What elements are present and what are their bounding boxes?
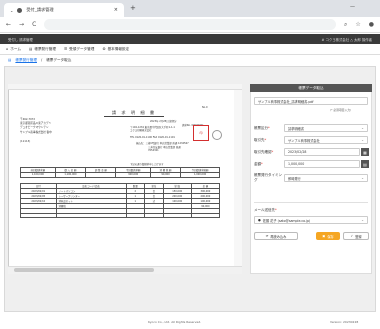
footer-copyright: Kyoco Co., Ltd. All Rights Reserved. bbox=[148, 320, 202, 324]
panel-divider bbox=[254, 202, 368, 203]
register-button[interactable]: ✓ 登録 bbox=[343, 232, 369, 240]
document-type-select[interactable]: 請求明細書 ⌄ bbox=[284, 124, 368, 132]
summary-cell: 90,000 bbox=[149, 172, 182, 178]
menu-item-issue[interactable]: ▤ 帳票発行管理 bbox=[29, 47, 56, 52]
amount-action-icon[interactable]: ▤ bbox=[361, 160, 369, 168]
forward-button[interactable]: → bbox=[19, 21, 24, 28]
breadcrumb: ▤ 帳票発行管理 / 帳票データ取込 bbox=[0, 55, 380, 65]
document-note: 下記の通り御請求申し上げます bbox=[130, 163, 164, 166]
date-field[interactable]: 2023/02/28 bbox=[284, 148, 360, 156]
panel-title: 帳票データ取込 bbox=[250, 84, 372, 92]
breadcrumb-current: 帳票データ取込 bbox=[46, 57, 72, 62]
field-label: 取引先確認* bbox=[254, 150, 274, 154]
issuer-phone: TEL 0120-01-1100 FAX 0120-01-1101 bbox=[130, 135, 175, 139]
refresh-icon: ⟳ bbox=[265, 234, 269, 238]
reload-data-button[interactable]: ⟳ 再読み込み bbox=[254, 232, 298, 240]
star-icon[interactable]: ☆ bbox=[355, 21, 360, 28]
field-label: 金額* bbox=[254, 162, 263, 166]
chevron-down-icon: ⌄ bbox=[361, 176, 364, 180]
field-label: 帳票発行タイミング bbox=[254, 173, 282, 182]
app-header: 受付し 請求管理 # コクヨ株式会社 △ 太郎 操作者 bbox=[0, 34, 380, 44]
summary-cell: 900,000 bbox=[115, 172, 151, 178]
menu-item-received[interactable]: ☰ 受領データ管理 bbox=[64, 47, 94, 52]
summary-cell: 1,100,000 bbox=[54, 172, 87, 178]
zoom-icon[interactable]: ⌕ bbox=[344, 21, 347, 29]
calendar-icon[interactable]: ▦ bbox=[361, 148, 369, 156]
recipient-code: (11113) bbox=[20, 140, 31, 143]
user-info[interactable]: # コクヨ株式会社 △ 太郎 操作者 bbox=[322, 37, 372, 42]
address-bar: ← → C ⌕ ☆ ● bbox=[0, 17, 380, 33]
required-note: (* 必須項目入力) bbox=[330, 108, 352, 112]
app-favicon-icon bbox=[17, 7, 23, 13]
breadcrumb-separator: / bbox=[40, 58, 43, 62]
bank-line2: 三井住友銀行 本店営業部 普通 7654321 bbox=[148, 145, 181, 153]
tab-dropdown-icon[interactable]: ⌄ bbox=[10, 8, 13, 13]
main-menu: ⌂ ホーム ▤ 帳票発行管理 ☰ 受領データ管理 ⚙ 基本情報設定 bbox=[0, 44, 380, 55]
save-button[interactable]: ▣ 保存 bbox=[316, 232, 340, 240]
scrollbar-thumb[interactable] bbox=[14, 268, 154, 272]
check-icon: ✓ bbox=[350, 234, 354, 238]
mail-recipient-select[interactable]: ● 佐藤 花子 (sato@sample.co.jp) ⌄ bbox=[254, 216, 368, 224]
approval-stamp bbox=[212, 130, 222, 140]
viewer-toolbar bbox=[8, 84, 242, 90]
footer-version: Version: 20230228 bbox=[330, 320, 359, 324]
back-button[interactable]: ← bbox=[6, 21, 11, 28]
chevron-down-icon: ⌄ bbox=[361, 138, 364, 142]
recipient-address2: デュオピークマウンテン bbox=[20, 126, 49, 129]
summary-cell bbox=[85, 172, 117, 178]
summary-cell: 1,100,000 bbox=[20, 172, 56, 178]
summary-table: 前回御請求額 御 入 金 額 調 整 金 額 今回御請求額 消 費 税 額 今回… bbox=[20, 167, 220, 178]
home-icon: ⌂ bbox=[6, 47, 9, 51]
detail-table: 日付 品名コード/品名 数量 単位 単 価 金 額 2023/02/01 ノートパ… bbox=[20, 183, 221, 219]
company-seal: 印 bbox=[193, 125, 209, 141]
recipient-block: 〒462-7072 東京都港区品川東アカデミ デュオピークマウンテン サンプル商… bbox=[20, 118, 100, 144]
tab-title: 受付_請求管理 bbox=[26, 7, 54, 12]
summary-cell: 1,000,000 bbox=[180, 172, 220, 178]
menu-item-home[interactable]: ⌂ ホーム bbox=[6, 47, 21, 52]
url-field[interactable] bbox=[44, 19, 336, 30]
chevron-down-icon: ⌄ bbox=[361, 126, 364, 130]
gear-icon: ⚙ bbox=[102, 47, 106, 51]
issuer-company: コクヨ印刷株式会社 bbox=[130, 129, 152, 133]
app-title: 受付し 請求管理 bbox=[8, 37, 33, 42]
user-icon: ● bbox=[258, 218, 261, 222]
menu-item-settings[interactable]: ⚙ 基本情報設定 bbox=[102, 47, 129, 52]
document-id: No.0 bbox=[202, 106, 208, 109]
reload-button[interactable]: C bbox=[32, 21, 36, 28]
chevron-down-icon: ⌄ bbox=[361, 218, 364, 222]
doc-icon: ▤ bbox=[28, 47, 33, 51]
new-tab-button[interactable]: + bbox=[130, 4, 136, 12]
client-select[interactable]: サンプル商事株式会社 ⌄ bbox=[284, 136, 368, 144]
document-title: 請 求 明 細 書 bbox=[104, 110, 164, 117]
issue-timing-select[interactable]: 即時発行 ⌄ bbox=[284, 174, 368, 182]
minimize-button[interactable]: — bbox=[350, 4, 355, 10]
field-label: 取引先* bbox=[254, 138, 267, 142]
profile-icon[interactable]: ● bbox=[369, 21, 374, 28]
mail-label: メール送信先* bbox=[254, 208, 277, 212]
breadcrumb-link[interactable]: 帳票発行管理 bbox=[15, 58, 37, 63]
breadcrumb-icon: ▤ bbox=[8, 58, 12, 62]
tab-close-icon[interactable]: × bbox=[114, 7, 118, 13]
save-icon: ▣ bbox=[322, 234, 326, 238]
field-label: 帳票区分* bbox=[254, 126, 270, 130]
issuer-block: 〒104-1234 東京都千代田区大手町1-1-1 コクヨ印刷株式会社 TEL … bbox=[130, 126, 190, 152]
browser-tab-bar: ⌄ 受付_請求管理 × + — bbox=[0, 0, 380, 17]
file-name-field[interactable]: サンプル商事株式会社_請求明細書.pdf bbox=[254, 97, 368, 105]
amount-field[interactable]: 1,000,000 bbox=[284, 160, 360, 168]
list-icon: ☰ bbox=[63, 47, 68, 51]
browser-tab[interactable]: ⌄ 受付_請求管理 × bbox=[4, 3, 124, 17]
recipient-name: サンプル商事株式会社 御中 bbox=[20, 131, 52, 134]
table-row bbox=[20, 212, 221, 219]
viewer-vertical-scrollbar[interactable] bbox=[234, 90, 242, 266]
